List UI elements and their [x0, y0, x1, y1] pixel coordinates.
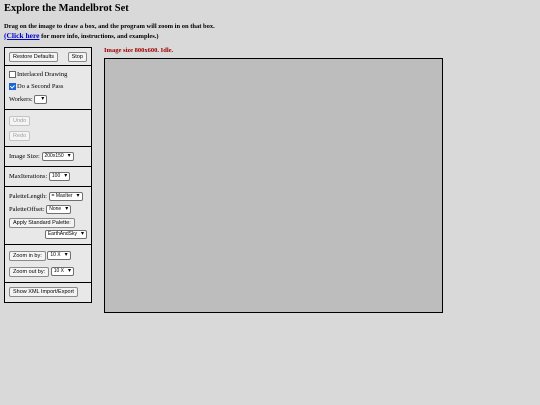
section-image-size: Image Size: 200x150 — [5, 147, 91, 168]
zoom-in-row: Zoom in by: 10 X — [9, 251, 87, 262]
undo-button[interactable]: Undo — [9, 116, 31, 127]
intro-line-2: (Click here for more info, instructions,… — [4, 31, 215, 42]
palette-offset-label: PaletteOffset: — [9, 206, 45, 214]
palette-select-row: EarthAndSky — [9, 230, 87, 240]
redo-row: Redo — [9, 131, 87, 142]
stop-button[interactable]: Stop — [67, 52, 87, 62]
redo-button[interactable]: Redo — [9, 131, 31, 142]
zoom-in-button[interactable]: Zoom in by: — [9, 251, 46, 262]
image-size-select[interactable]: 200x150 — [41, 152, 74, 162]
second-pass-checkbox[interactable] — [9, 83, 16, 91]
mandelbrot-canvas[interactable] — [104, 58, 443, 313]
workers-label: Workers: — [9, 96, 33, 104]
apply-palette-row: Apply Standard Palette: — [9, 218, 87, 229]
second-pass-row: Do a Second Pass — [9, 83, 87, 91]
control-panel: Restore Defaults Stop Interlaced Drawing… — [4, 47, 92, 304]
image-size-label: Image Size: — [9, 153, 40, 161]
palette-offset-select[interactable]: None — [46, 205, 72, 215]
zoom-in-select[interactable]: 10 X — [47, 251, 71, 261]
section-xml: Show XML Import/Export — [5, 283, 91, 302]
palette-length-label: PaletteLength: — [9, 193, 47, 201]
xml-import-export-button[interactable]: Show XML Import/Export — [9, 287, 78, 298]
zoom-out-select[interactable]: 10 X — [50, 267, 75, 277]
workers-select[interactable] — [34, 95, 48, 105]
section-max-iterations: MaxIterations: 100 — [5, 167, 91, 188]
workers-row: Workers: — [9, 95, 87, 105]
info-link[interactable]: (Click here — [4, 31, 39, 40]
apply-palette-button[interactable]: Apply Standard Palette: — [9, 218, 75, 229]
interlaced-checkbox[interactable] — [9, 71, 16, 79]
palette-length-select[interactable]: = MaxIter — [48, 192, 83, 202]
restore-defaults-button[interactable]: Restore Defaults — [9, 52, 58, 62]
max-iterations-select[interactable]: 100 — [48, 172, 71, 182]
intro-line-2-text: for more info, instructions, and example… — [39, 32, 159, 40]
section-drawing: Interlaced Drawing Do a Second Pass Work… — [5, 66, 91, 111]
interlaced-label: Interlaced Drawing — [17, 71, 68, 78]
section-palette: PaletteLength: = MaxIter PaletteOffset: … — [5, 187, 91, 246]
zoom-out-row: Zoom out by: 10 X — [9, 267, 87, 278]
interlaced-row: Interlaced Drawing — [9, 71, 87, 79]
section-restore: Restore Defaults Stop — [5, 48, 91, 66]
palette-length-row: PaletteLength: = MaxIter — [9, 192, 87, 202]
palette-offset-row: PaletteOffset: None — [9, 205, 87, 215]
status-text: Image size 800x600. Idle. — [104, 47, 174, 54]
max-iterations-label: MaxIterations: — [9, 173, 48, 181]
section-history: Undo Redo — [5, 110, 91, 148]
section-zoom: Zoom in by: 10 X Zoom out by: 10 X — [5, 245, 91, 284]
undo-row: Undo — [9, 116, 87, 127]
intro-text: Drag on the image to draw a box, and the… — [4, 23, 215, 41]
page-title: Explore the Mandelbrot Set — [4, 3, 129, 14]
second-pass-label: Do a Second Pass — [17, 83, 64, 91]
palette-select[interactable]: EarthAndSky — [44, 230, 87, 240]
zoom-out-button[interactable]: Zoom out by: — [9, 267, 50, 278]
